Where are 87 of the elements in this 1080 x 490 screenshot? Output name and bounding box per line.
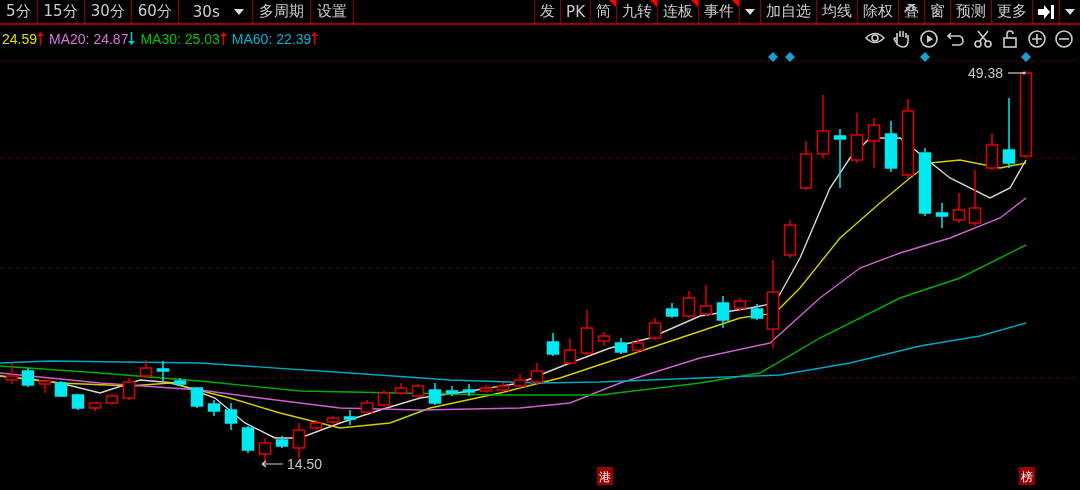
rising-candlestick [411, 383, 425, 399]
low-price-label: 14.50 [287, 456, 323, 472]
moving-average-value: MA20: 24.87 [49, 30, 129, 47]
rising-candlestick [479, 384, 493, 394]
falling-candlestick [54, 380, 68, 398]
falling-candlestick [428, 382, 442, 406]
falling-candlestick [190, 386, 204, 409]
rising-candlestick [952, 192, 966, 224]
zoom-out-icon[interactable] [1054, 28, 1074, 49]
rising-candlestick [682, 290, 696, 319]
rising-candlestick [513, 373, 527, 389]
diamond-marker [920, 52, 930, 62]
caret-icon [233, 8, 244, 15]
rising-candlestick [648, 317, 662, 341]
toolbar-button[interactable]: 九转 [616, 0, 657, 23]
toolbar-button[interactable]: 事件 [698, 0, 739, 23]
falling-candlestick [71, 393, 85, 411]
zoom-in-icon[interactable] [1027, 28, 1047, 49]
rising-candlestick [326, 415, 340, 425]
leader-line [1007, 71, 1026, 75]
rising-candlestick [309, 419, 323, 431]
rising-candlestick [88, 401, 102, 412]
falling-candlestick [275, 435, 289, 449]
rising-candlestick [985, 132, 999, 171]
rising-candlestick [38, 380, 52, 394]
falling-candlestick [833, 128, 847, 189]
rising-candlestick [867, 117, 881, 169]
falling-candlestick [884, 120, 898, 173]
falling-candlestick [918, 147, 932, 217]
falling-candlestick [462, 383, 476, 397]
rising-candlestick [377, 389, 391, 408]
event-marker[interactable]: 港 [597, 467, 613, 485]
moving-average-value: MA30: 25.03 [140, 30, 220, 47]
falling-candlestick [935, 202, 949, 229]
falling-candlestick [665, 302, 679, 319]
diamond-marker [768, 52, 778, 62]
falling-candlestick [224, 402, 238, 431]
falling-candlestick [156, 360, 170, 382]
rising-candlestick [580, 309, 594, 356]
moving-average-value: MA60: 22.39 [231, 30, 312, 47]
falling-candlestick [445, 385, 459, 397]
caret-icon [745, 8, 755, 15]
falling-candlestick [716, 295, 730, 329]
falling-candlestick [750, 303, 764, 321]
rising-candlestick [816, 94, 830, 159]
rising-candlestick [733, 297, 747, 312]
rising-candlestick [139, 359, 153, 379]
falling-candlestick [343, 409, 357, 426]
rising-candlestick [360, 399, 374, 415]
falling-candlestick [241, 425, 255, 454]
rising-candlestick [105, 393, 119, 406]
rising-candlestick [799, 140, 813, 191]
scissors-icon[interactable] [973, 28, 993, 49]
rising-candlestick [394, 382, 408, 396]
rising-candlestick [850, 112, 864, 164]
event-marker[interactable]: 榜 [1019, 467, 1035, 485]
toolbar-button[interactable]: 简 [590, 0, 616, 23]
rising-candlestick [968, 169, 982, 227]
falling-candlestick [21, 367, 35, 388]
rising-candlestick [258, 437, 272, 467]
caret-icon [1065, 8, 1075, 15]
rising-candlestick [699, 284, 713, 317]
toolbar-button[interactable]: 连板 [657, 0, 698, 23]
diamond-marker [785, 52, 795, 62]
falling-candlestick [546, 332, 560, 357]
falling-candlestick [1002, 97, 1016, 169]
falling-candlestick [207, 399, 221, 417]
play-circle-icon[interactable] [919, 28, 939, 49]
rising-candlestick [496, 381, 510, 393]
falling-candlestick [173, 377, 187, 387]
rising-candlestick [530, 362, 544, 385]
rising-candlestick [631, 337, 645, 354]
arrow-to-bar-icon [1038, 4, 1054, 19]
dropdown-value: 30s [192, 2, 220, 21]
rising-candlestick [783, 219, 797, 259]
rising-candlestick [5, 362, 19, 385]
rising-candlestick [122, 377, 136, 401]
rising-candlestick [597, 331, 611, 347]
rising-candlestick [563, 337, 577, 366]
leader-line [261, 460, 284, 468]
rising-candlestick [292, 422, 306, 459]
diamond-marker [1021, 52, 1031, 62]
falling-candlestick [614, 337, 628, 355]
high-price-label: 49.38 [967, 65, 1003, 81]
moving-average-value: 24.59 [2, 30, 38, 47]
hand-icon[interactable] [892, 28, 912, 49]
unlocked-padlock-icon[interactable] [1000, 28, 1020, 49]
